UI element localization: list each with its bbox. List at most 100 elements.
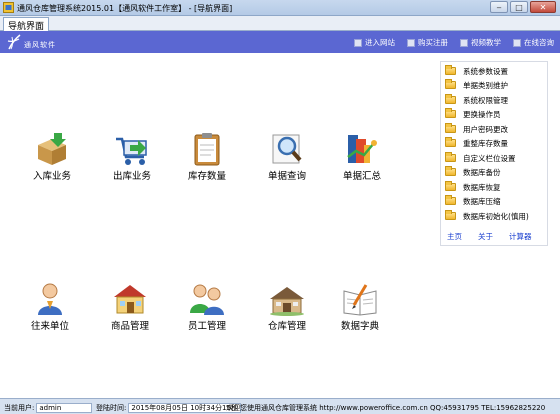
nav-link-consult[interactable]: 在线咨询 (513, 37, 554, 48)
brand-text: 通风软件 (24, 41, 56, 49)
checkbox-icon (460, 38, 468, 47)
status-time-label: 登陆时间: (96, 403, 127, 412)
folder-icon (445, 137, 456, 147)
link-about[interactable]: 关于 (478, 231, 493, 242)
window-controls: ‒ □ ✕ (490, 1, 556, 13)
books-chart-icon (347, 135, 377, 163)
func-warehouses[interactable]: 仓库管理 (247, 281, 327, 332)
folder-icon (445, 152, 456, 162)
menu-item-label: 单据类别维护 (463, 80, 508, 90)
person-icon (38, 283, 62, 315)
menu-item-label: 重整库存数量 (463, 138, 508, 148)
magnifier-icon (272, 134, 302, 164)
status-message-text: 欢迎您使用通风仓库管理系统 http://www.poweroffice.com… (226, 403, 546, 412)
warehouse-icon (270, 287, 304, 316)
status-time: 登陆时间: 2015年08月05日 10时34分15秒 (96, 402, 241, 413)
checkbox-icon (513, 38, 521, 47)
func-label: 仓库管理 (267, 321, 306, 332)
menu-item-label: 自定义栏位设置 (463, 153, 516, 163)
nav-bar: 通风软件 进入网站 购买注册 视频教学 在线咨询 (0, 31, 560, 53)
menu-item-system-params[interactable]: 系统参数设置 (445, 65, 508, 77)
status-bar: 当前用户: admin 登陆时间: 2015年08月05日 10时34分15秒 … (0, 398, 560, 414)
menu-item-db-backup[interactable]: 数据库备份 (445, 166, 501, 178)
menu-item-label: 更换操作员 (463, 109, 501, 119)
maximize-button[interactable]: □ (510, 1, 528, 13)
menu-item-label: 数据库压缩 (463, 196, 501, 206)
close-button[interactable]: ✕ (530, 1, 556, 13)
folder-icon (445, 65, 456, 75)
nav-link-label: 购买注册 (418, 38, 448, 47)
func-doc-summary[interactable]: 单据汇总 (322, 131, 402, 182)
nav-link-website[interactable]: 进入网站 (354, 37, 395, 48)
dictionary-icon (343, 284, 377, 316)
func-stock-out[interactable]: 出库业务 (92, 131, 172, 182)
menu-item-label: 数据库恢复 (463, 182, 501, 192)
folder-icon (445, 210, 456, 220)
link-home[interactable]: 主页 (447, 231, 462, 242)
nav-link-purchase[interactable]: 购买注册 (407, 37, 448, 48)
title-bar: 通风仓库管理系统2015.01【通风软件工作室】 - [导航界面] ‒ □ ✕ (0, 0, 560, 16)
menu-item-db-restore[interactable]: 数据库恢复 (445, 181, 501, 193)
status-time-value: 2015年08月05日 10时34分15秒 (128, 402, 241, 413)
menu-item-db-init[interactable]: 数据库初始化(慎用) (445, 210, 529, 222)
brand-logo-icon (7, 34, 21, 50)
box-in-icon (38, 133, 66, 165)
func-label: 单据汇总 (342, 171, 381, 182)
func-label: 入库业务 (32, 171, 71, 182)
func-stock-in[interactable]: 入库业务 (12, 131, 92, 182)
folder-icon (445, 79, 456, 89)
func-label: 员工管理 (187, 321, 226, 332)
folder-icon (445, 108, 456, 118)
people-icon (190, 284, 224, 315)
window-title: 通风仓库管理系统2015.01【通风软件工作室】 - [导航界面] (17, 4, 233, 13)
menu-item-label: 用户密码更改 (463, 124, 508, 134)
func-products[interactable]: 商品管理 (90, 281, 170, 332)
menu-item-custom-fields[interactable]: 自定义栏位设置 (445, 152, 516, 164)
menu-item-label: 系统参数设置 (463, 66, 508, 76)
nav-links: 进入网站 购买注册 视频教学 在线咨询 (354, 37, 554, 48)
clipboard-icon (194, 133, 220, 166)
func-doc-query[interactable]: 单据查询 (247, 131, 327, 182)
nav-link-label: 在线咨询 (524, 38, 554, 47)
tab-navigation[interactable]: 导航界面 (3, 17, 50, 32)
func-label: 商品管理 (110, 321, 149, 332)
func-inventory[interactable]: 库存数量 (167, 131, 247, 182)
folder-icon (445, 123, 456, 133)
status-user-label: 当前用户: (4, 403, 35, 412)
status-user: 当前用户: admin (4, 402, 93, 413)
folder-icon (445, 181, 456, 191)
menu-item-db-compact[interactable]: 数据库压缩 (445, 195, 501, 207)
menu-item-permissions[interactable]: 系统权限管理 (445, 94, 508, 106)
func-label: 数据字典 (340, 321, 379, 332)
panel-links: 主页 关于 计算器 (447, 231, 532, 242)
cart-out-icon (116, 137, 147, 165)
folder-icon (445, 94, 456, 104)
status-user-value: admin (36, 402, 93, 413)
menu-item-label: 系统权限管理 (463, 95, 508, 105)
app-icon (3, 2, 14, 13)
system-menu-panel: 系统参数设置 单据类别维护 系统权限管理 更换操作员 用户密码更改 重整库存数量… (440, 61, 548, 246)
menu-item-label: 数据库初始化(慎用) (463, 211, 529, 221)
folder-icon (445, 166, 456, 176)
nav-link-label: 进入网站 (365, 38, 395, 47)
func-label: 库存数量 (187, 171, 226, 182)
folder-icon (445, 195, 456, 205)
func-employees[interactable]: 员工管理 (167, 281, 247, 332)
checkbox-icon (407, 38, 415, 47)
menu-item-label: 数据库备份 (463, 167, 501, 177)
func-label: 出库业务 (112, 171, 151, 182)
minimize-button[interactable]: ‒ (490, 1, 508, 13)
status-message: 欢迎您使用通风仓库管理系统 http://www.poweroffice.com… (226, 402, 545, 413)
func-label: 单据查询 (267, 171, 306, 182)
checkbox-icon (354, 38, 362, 47)
func-dictionary[interactable]: 数据字典 (320, 281, 400, 332)
shop-icon (114, 285, 146, 314)
tab-bar: 导航界面 (0, 16, 560, 32)
link-calculator[interactable]: 计算器 (509, 231, 532, 242)
menu-item-change-password[interactable]: 用户密码更改 (445, 123, 508, 135)
menu-item-switch-operator[interactable]: 更换操作员 (445, 108, 501, 120)
func-contacts[interactable]: 往来单位 (10, 281, 90, 332)
menu-item-doc-types[interactable]: 单据类别维护 (445, 79, 508, 91)
menu-item-rebuild-stock[interactable]: 重整库存数量 (445, 137, 508, 149)
nav-link-video[interactable]: 视频教学 (460, 37, 501, 48)
